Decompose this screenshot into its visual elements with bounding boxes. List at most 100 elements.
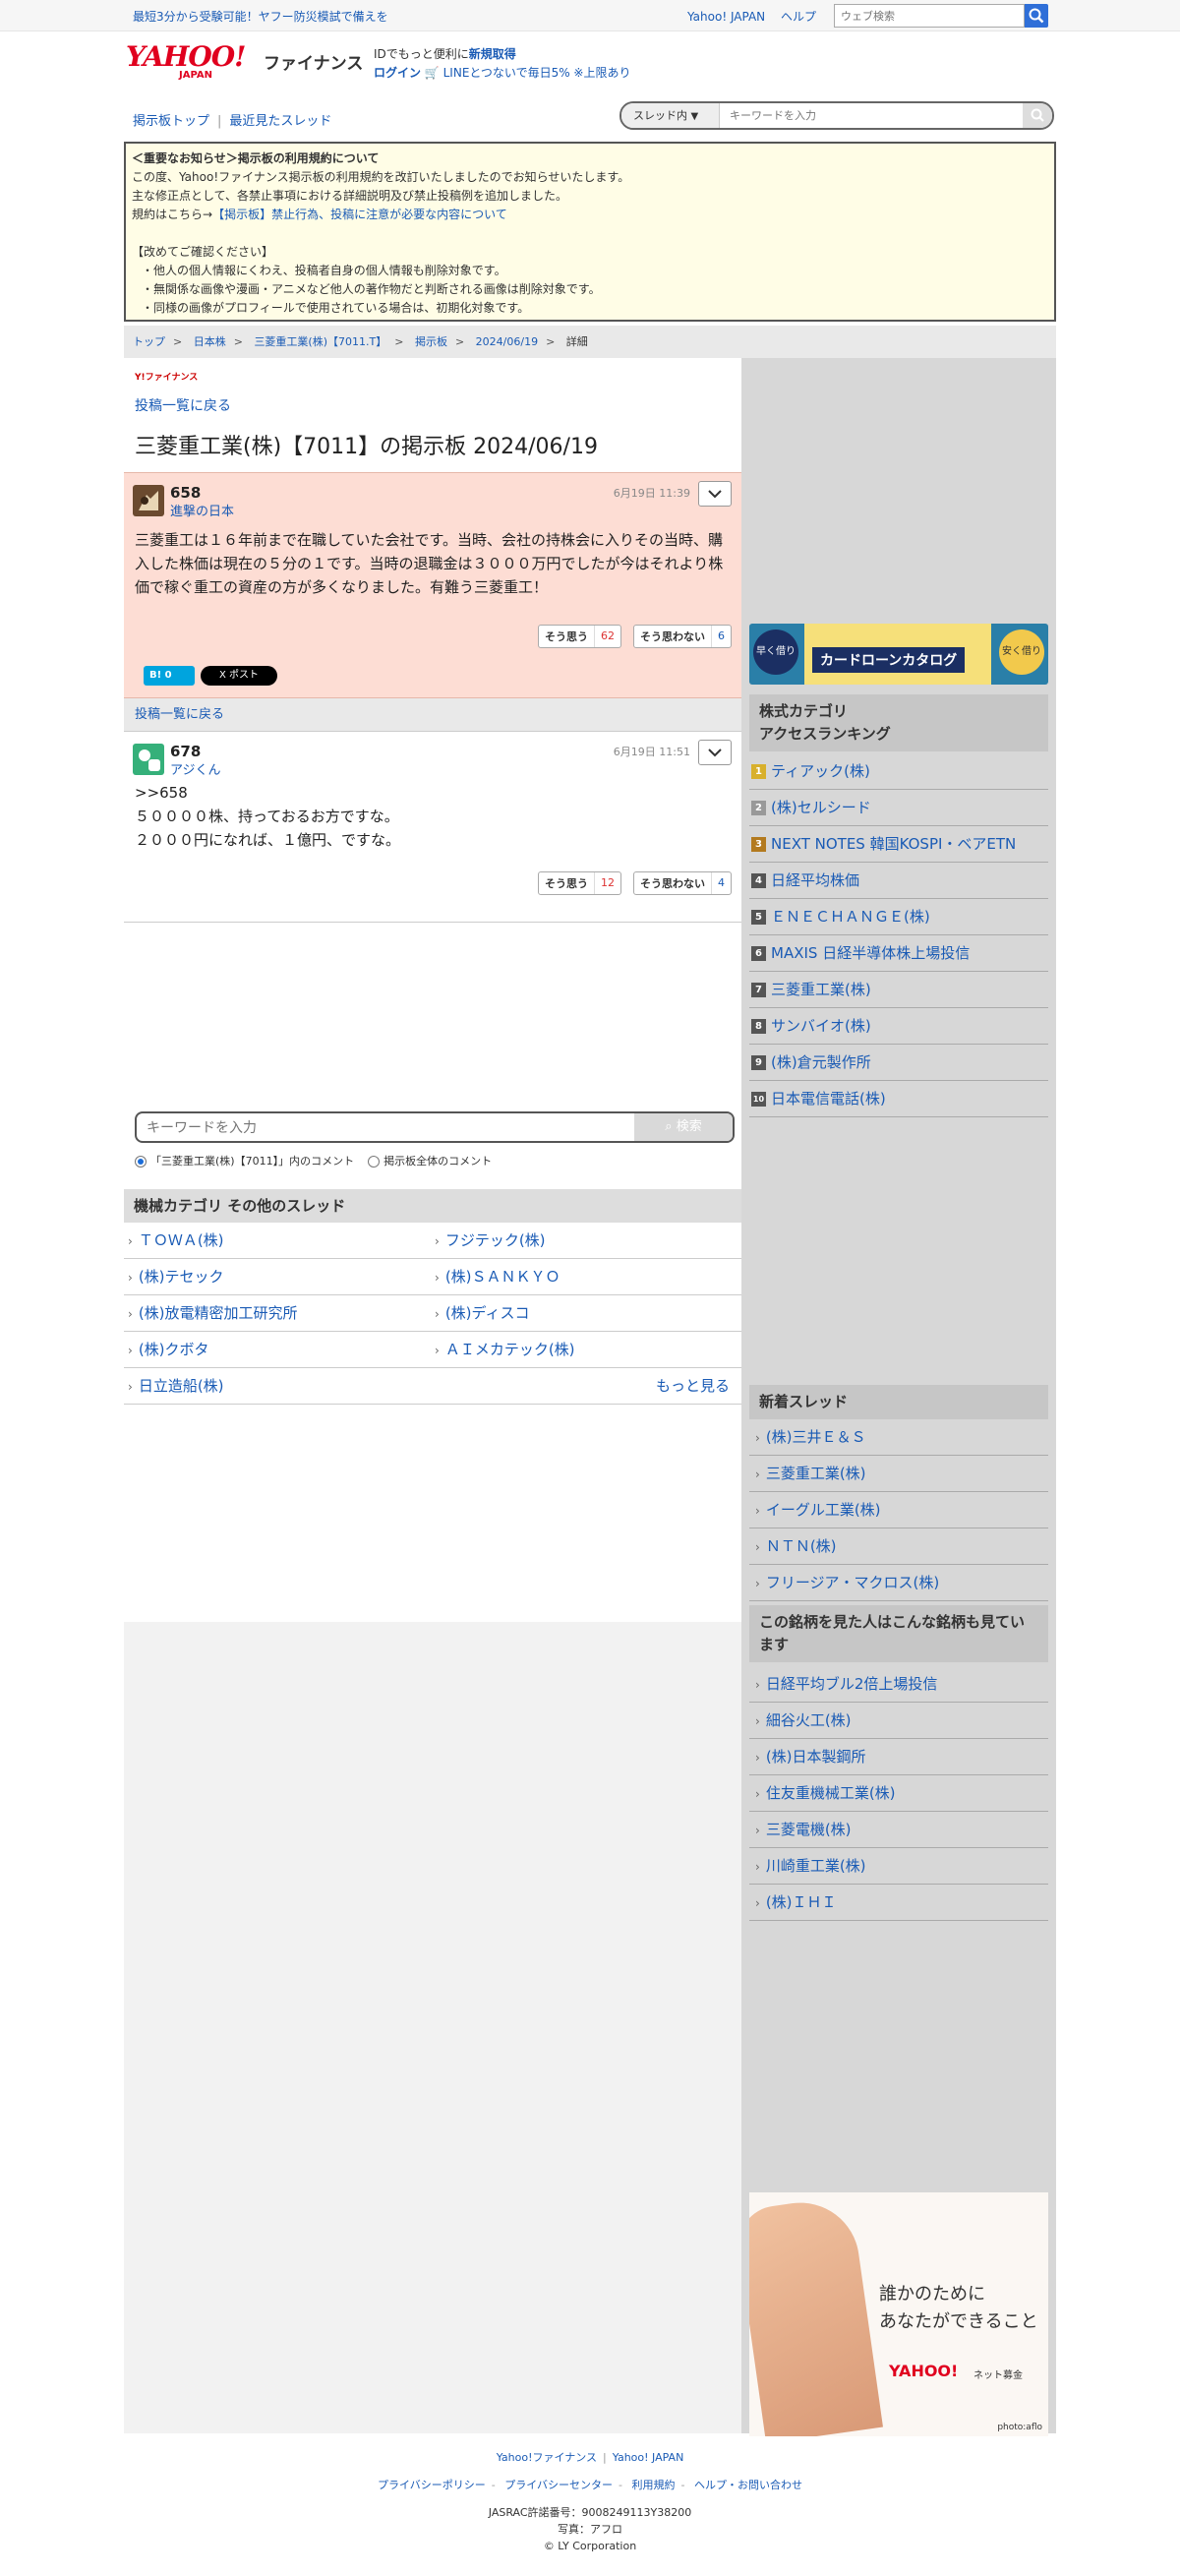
main-column: Y!ファイナンス 投稿一覧に戻る 三菱重工業(株)【7011】の掲示板 2024… [124, 358, 741, 1622]
post-number[interactable]: 678 [170, 743, 201, 760]
line-link[interactable]: LINEとつないで毎日5% ※上限あり [443, 66, 631, 80]
help-contact-link[interactable]: ヘルプ・お問い合わせ [694, 2479, 802, 2491]
ranking-link[interactable]: MAXIS 日経半導体株上場投信 [771, 935, 970, 972]
breadcrumb-current: 詳細 [565, 335, 588, 348]
keyword-search-box: ⌕ 検索 [135, 1111, 735, 1143]
ranking-link[interactable]: ＥＮＥＣＨＡＮＧＥ(株) [771, 899, 930, 935]
also-viewed-link[interactable]: 住友重機械工業(株) [749, 1775, 1048, 1812]
post-number[interactable]: 658 [170, 484, 201, 502]
ranking-link[interactable]: (株)倉元製作所 [771, 1045, 871, 1081]
breadcrumb: トップ > 日本株 > 三菱重工業(株)【7011.T】 > 掲示板 > 2024/06… [124, 326, 1056, 358]
category-thread-link[interactable]: (株)クボタ [128, 1332, 209, 1369]
web-search-button[interactable] [1025, 4, 1048, 28]
rules-link[interactable]: 【掲示板】禁止行為、投稿に注意が必要な内容について [212, 208, 507, 221]
category-thread-link[interactable]: (株)ＳＡＮＫＹＯ [435, 1259, 560, 1296]
privacy-center-link[interactable]: プライバシーセンター [504, 2479, 613, 2491]
also-viewed-link[interactable]: (株)ＩＨＩ [749, 1885, 1048, 1921]
yahoo-japan-link[interactable]: Yahoo! JAPAN [687, 10, 765, 24]
post-menu-button[interactable] [698, 740, 732, 765]
footer-finance-link[interactable]: Yahoo!ファイナンス [497, 2451, 597, 2464]
back-to-list-link[interactable]: 投稿一覧に戻る [135, 395, 231, 415]
footer: Yahoo!ファイナンス | Yahoo! JAPAN プライバシーポリシー - プラ… [0, 2449, 1180, 2554]
donation-ad[interactable]: 誰かのために あなたができること YAHOO! ネット募金 photo:aflo [749, 2192, 1048, 2436]
ranking-link[interactable]: 日本電信電話(株) [771, 1081, 886, 1117]
agree-button[interactable]: そう思う 12 [538, 871, 621, 895]
ranking-link[interactable]: 三菱重工業(株) [771, 972, 871, 1008]
privacy-policy-link[interactable]: プライバシーポリシー [378, 2479, 486, 2491]
also-viewed-link[interactable]: 細谷火工(株) [749, 1703, 1048, 1739]
post-username[interactable]: 進撃の日本 [170, 501, 234, 519]
login-link[interactable]: ログイン [374, 66, 421, 80]
category-row: (株)テセック (株)ＳＡＮＫＹＯ [124, 1259, 741, 1295]
category-thread-link[interactable]: 日立造船(株) [128, 1368, 224, 1406]
keyword-search-button[interactable]: ⌕ 検索 [634, 1113, 733, 1141]
also-viewed-link[interactable]: 日経平均ブル2倍上場投信 [749, 1666, 1048, 1703]
also-viewed-link[interactable]: 川崎重工業(株) [749, 1848, 1048, 1885]
disagree-button[interactable]: そう思わない 6 [633, 625, 732, 648]
board-top-link[interactable]: 掲示板トップ [133, 114, 209, 129]
new-thread-link[interactable]: イーグル工業(株) [749, 1492, 1048, 1528]
promo-link[interactable]: 最短3分から受験可能！ヤフー防災模試で備えを [133, 8, 388, 25]
hatena-bookmark-button[interactable]: B! 0 [144, 666, 195, 686]
chevron-down-icon [708, 490, 722, 499]
important-notice: ＜重要なお知らせ＞掲示板の利用規約について この度、Yahoo!ファイナンス掲示… [124, 142, 1056, 322]
thread-search-input[interactable] [730, 106, 1015, 125]
help-link[interactable]: ヘルプ [781, 10, 816, 24]
card-loan-ad[interactable]: 早く借りる カードローンカタログ 安く借りる [749, 624, 1048, 685]
agree-button[interactable]: そう思う 62 [538, 625, 621, 648]
new-thread-link[interactable]: ＮＴＮ(株) [749, 1528, 1048, 1565]
thread-search-button[interactable] [1023, 103, 1052, 128]
ranking-item: 7 三菱重工業(株) [749, 972, 1048, 1008]
category-thread-link[interactable]: (株)ディスコ [435, 1295, 530, 1333]
category-thread-link[interactable]: ＡＩメカテック(株) [435, 1332, 575, 1369]
ranking-link[interactable]: (株)セルシード [771, 790, 871, 826]
category-thread-link[interactable]: ＴＯＷＡ(株) [128, 1223, 224, 1260]
ranking-item: 6 MAXIS 日経半導体株上場投信 [749, 935, 1048, 972]
ranking-link[interactable]: サンバイオ(株) [771, 1008, 871, 1045]
more-threads-link[interactable]: もっと見る [656, 1368, 730, 1405]
avatar[interactable] [133, 744, 164, 775]
ranking-link[interactable]: 日経平均株価 [771, 863, 859, 899]
new-thread-link[interactable]: フリージア・マクロス(株) [749, 1565, 1048, 1601]
avatar[interactable] [133, 485, 164, 516]
keyword-search-input[interactable] [147, 1118, 619, 1138]
web-search-input[interactable] [835, 5, 1024, 27]
new-thread-link[interactable]: (株)三井Ｅ＆Ｓ [749, 1419, 1048, 1456]
category-row: ＴＯＷＡ(株) フジテック(株) [124, 1223, 741, 1259]
x-post-button[interactable]: X ポスト [201, 666, 277, 686]
footer-yahoo-link[interactable]: Yahoo! JAPAN [613, 2451, 684, 2464]
yahoo-japan-logo[interactable]: YAHOO! JAPAN [126, 43, 262, 83]
post-body: 三菱重工は１６年前まで在職していた会社です。当時、会社の持株会に入りその当時、購… [135, 531, 724, 596]
signup-link[interactable]: 新規取得 [469, 47, 516, 61]
category-thread-link[interactable]: (株)テセック [128, 1259, 224, 1296]
disagree-button[interactable]: そう思わない 4 [633, 871, 732, 895]
post-username[interactable]: アジくん [170, 759, 220, 778]
breadcrumb-top[interactable]: トップ [133, 335, 165, 348]
breadcrumb-date[interactable]: 2024/06/19 [476, 335, 538, 348]
finance-brand[interactable]: ファイナンス [264, 49, 363, 74]
recent-threads-link[interactable]: 最近見たスレッド [229, 114, 331, 129]
breadcrumb-japan-stocks[interactable]: 日本株 [194, 335, 226, 348]
terms-link[interactable]: 利用規約 [632, 2479, 676, 2491]
category-thread-link[interactable]: フジテック(株) [435, 1223, 546, 1260]
breadcrumb-stock[interactable]: 三菱重工業(株)【7011.T】 [254, 335, 386, 348]
also-viewed-link[interactable]: (株)日本製鋼所 [749, 1739, 1048, 1775]
ranking-item: 3 NEXT NOTES 韓国KOSPI・ベアETN [749, 826, 1048, 863]
also-viewed-link[interactable]: 三菱電機(株) [749, 1812, 1048, 1848]
post-date: 6月19日 11:51 [613, 746, 690, 758]
ranking-link[interactable]: ティアック(株) [771, 753, 870, 790]
also-viewed-header: この銘柄を見た人はこんな銘柄も見ています [749, 1605, 1048, 1662]
back-to-list-bar[interactable]: 投稿一覧に戻る [124, 698, 741, 732]
search-scope-select[interactable]: スレッド内 ▼ [621, 103, 720, 128]
category-thread-link[interactable]: (株)放電精密加工研究所 [128, 1295, 298, 1333]
ranking-item: 2 (株)セルシード [749, 790, 1048, 826]
agree-count: 62 [594, 626, 620, 647]
radio-all-comments[interactable]: 掲示板全体のコメント [368, 1153, 492, 1168]
ranking-link[interactable]: NEXT NOTES 韓国KOSPI・ベアETN [771, 826, 1016, 863]
breadcrumb-board[interactable]: 掲示板 [415, 335, 447, 348]
post-menu-button[interactable] [698, 481, 732, 507]
ranking-item: 8 サンバイオ(株) [749, 1008, 1048, 1045]
new-thread-link[interactable]: 三菱重工業(株) [749, 1456, 1048, 1492]
web-search-box [834, 4, 1025, 28]
radio-thread-comments[interactable]: 「三菱重工業(株)【7011】」内のコメント [135, 1153, 354, 1168]
